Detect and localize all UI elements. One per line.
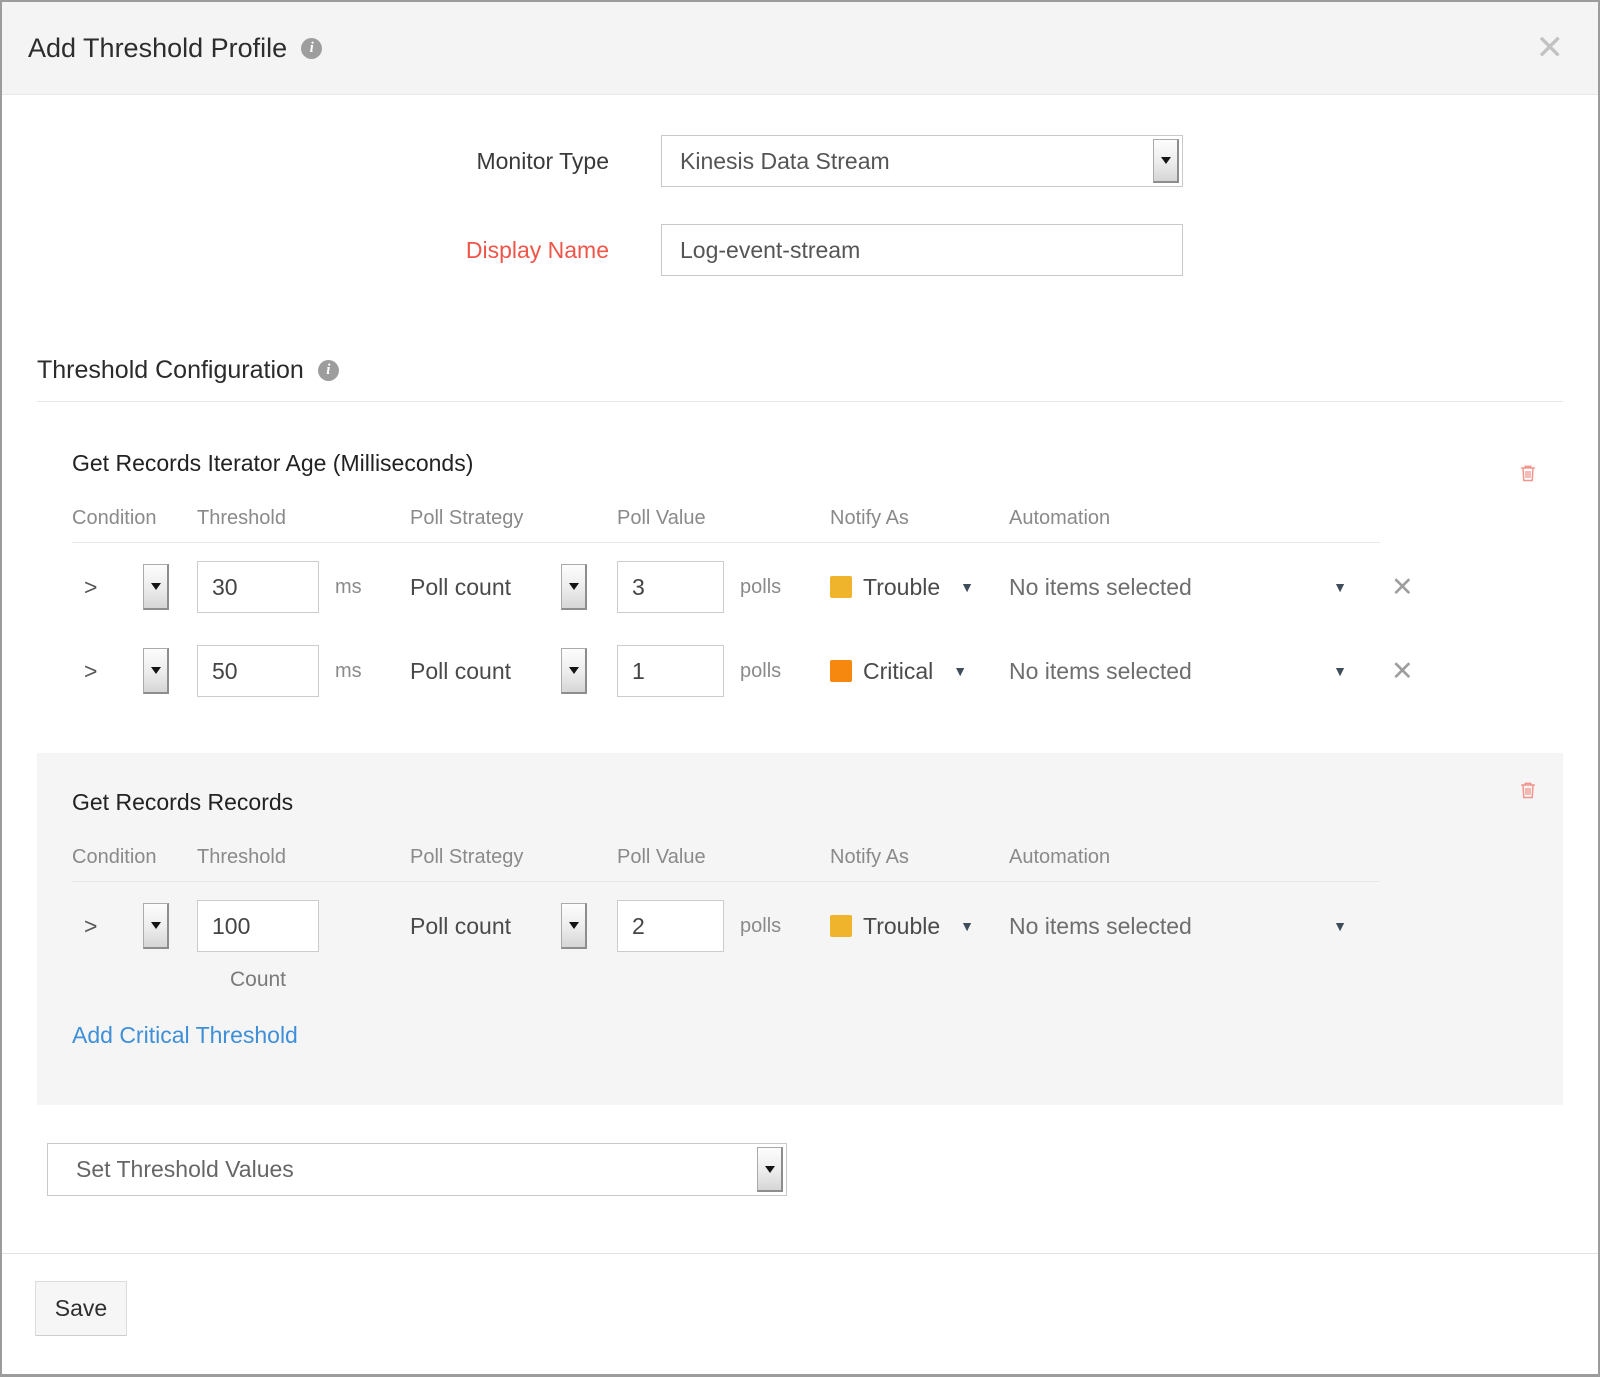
monitor-type-select[interactable]: Kinesis Data Stream	[661, 135, 1183, 187]
threshold-configuration-heading: Threshold Configuration i	[37, 356, 1563, 385]
poll-value-input[interactable]	[617, 900, 724, 952]
info-icon: i	[318, 360, 339, 381]
chevron-down-icon[interactable]	[143, 648, 169, 694]
trouble-status-swatch	[830, 915, 852, 937]
automation-select[interactable]: No items selected ▼	[1009, 645, 1365, 697]
poll-value-unit: polls	[740, 660, 781, 683]
caret-down-icon: ▼	[1333, 918, 1347, 934]
col-condition: Condition	[72, 507, 197, 530]
add-threshold-profile-dialog: Add Threshold Profile i ✕ Monitor Type K…	[0, 0, 1600, 1377]
chevron-down-icon[interactable]	[561, 903, 587, 949]
threshold-unit: ms	[335, 576, 362, 599]
threshold-table-header: Condition Threshold Poll Strategy Poll V…	[72, 846, 1380, 882]
col-notify-as: Notify As	[830, 507, 1009, 530]
metric-title: Get Records Records	[72, 789, 1528, 816]
monitor-type-row: Monitor Type Kinesis Data Stream	[2, 135, 1598, 187]
caret-down-icon: ▼	[1333, 579, 1347, 595]
poll-strategy-select[interactable]: Poll count	[410, 561, 617, 613]
delete-metric-icon[interactable]	[1517, 462, 1539, 484]
threshold-input[interactable]	[197, 645, 319, 697]
set-threshold-values-select[interactable]: Set Threshold Values	[47, 1143, 787, 1196]
save-button[interactable]: Save	[35, 1281, 127, 1336]
metric-block-iterator-age: Get Records Iterator Age (Milliseconds) …	[37, 450, 1563, 697]
display-name-input[interactable]	[662, 225, 1182, 275]
threshold-row: > ms Poll count polls Trouble ▼ No it	[72, 561, 1528, 613]
caret-down-icon: ▼	[1333, 663, 1347, 679]
condition-select[interactable]: >	[72, 561, 197, 613]
poll-value-cell: polls	[617, 645, 830, 697]
section-divider	[37, 401, 1563, 402]
col-poll-value: Poll Value	[617, 846, 830, 869]
col-poll-strategy: Poll Strategy	[410, 507, 617, 530]
notify-as-select[interactable]: Critical ▼	[830, 645, 1009, 697]
monitor-type-value: Kinesis Data Stream	[662, 148, 890, 175]
threshold-input[interactable]	[197, 900, 319, 952]
col-threshold: Threshold	[197, 846, 410, 869]
poll-strategy-select[interactable]: Poll count	[410, 645, 617, 697]
caret-down-icon: ▼	[960, 918, 974, 934]
poll-strategy-select[interactable]: Poll count	[410, 900, 617, 952]
threshold-cell: Count	[197, 900, 410, 992]
threshold-input[interactable]	[197, 561, 319, 613]
trouble-status-swatch	[830, 576, 852, 598]
display-name-label: Display Name	[2, 237, 609, 264]
metric-title: Get Records Iterator Age (Milliseconds)	[72, 450, 1528, 477]
chevron-down-icon[interactable]	[143, 903, 169, 949]
display-name-fieldbox	[661, 224, 1183, 276]
col-automation: Automation	[1009, 846, 1365, 869]
metric-block-records: Get Records Records Condition Threshold …	[37, 753, 1563, 1105]
col-automation: Automation	[1009, 507, 1365, 530]
chevron-down-icon[interactable]	[143, 564, 169, 610]
chevron-down-icon[interactable]	[757, 1147, 783, 1192]
automation-select[interactable]: No items selected ▼	[1009, 900, 1365, 952]
notify-as-select[interactable]: Trouble ▼	[830, 900, 1009, 952]
delete-metric-icon[interactable]	[1517, 779, 1539, 801]
threshold-row: > Count Poll count polls Trouble ▼ No	[72, 900, 1528, 992]
poll-value-cell: polls	[617, 900, 830, 952]
condition-select[interactable]: >	[72, 645, 197, 697]
notify-as-select[interactable]: Trouble ▼	[830, 561, 1009, 613]
poll-value-unit: polls	[740, 576, 781, 599]
info-icon: i	[301, 38, 322, 59]
threshold-row: > ms Poll count polls Critical ▼ No i	[72, 645, 1528, 697]
threshold-cell: ms	[197, 561, 410, 613]
poll-value-input[interactable]	[617, 561, 724, 613]
remove-row-icon[interactable]: ✕	[1391, 658, 1414, 685]
add-critical-threshold-link[interactable]: Add Critical Threshold	[72, 1022, 298, 1049]
threshold-unit: ms	[335, 660, 362, 683]
close-icon[interactable]: ✕	[1536, 31, 1565, 65]
automation-select[interactable]: No items selected ▼	[1009, 561, 1365, 613]
monitor-type-label: Monitor Type	[2, 148, 609, 175]
chevron-down-icon[interactable]	[561, 564, 587, 610]
caret-down-icon: ▼	[953, 663, 967, 679]
col-notify-as: Notify As	[830, 846, 1009, 869]
poll-value-unit: polls	[740, 915, 781, 938]
caret-down-icon: ▼	[960, 579, 974, 595]
remove-row-cell: ✕	[1365, 645, 1528, 697]
profile-form: Monitor Type Kinesis Data Stream Display…	[2, 95, 1598, 276]
remove-row-icon[interactable]: ✕	[1391, 574, 1414, 601]
threshold-cell: ms	[197, 645, 410, 697]
condition-select[interactable]: >	[72, 900, 197, 952]
dialog-header: Add Threshold Profile i ✕	[2, 2, 1598, 95]
col-poll-value: Poll Value	[617, 507, 830, 530]
poll-value-cell: polls	[617, 561, 830, 613]
chevron-down-icon[interactable]	[561, 648, 587, 694]
dialog-title: Add Threshold Profile	[28, 33, 287, 64]
col-poll-strategy: Poll Strategy	[410, 846, 617, 869]
poll-value-input[interactable]	[617, 645, 724, 697]
dialog-footer: Save	[2, 1253, 1598, 1336]
remove-row-cell	[1365, 900, 1528, 952]
display-name-row: Display Name	[2, 224, 1598, 276]
critical-status-swatch	[830, 660, 852, 682]
col-threshold: Threshold	[197, 507, 410, 530]
threshold-table-header: Condition Threshold Poll Strategy Poll V…	[72, 507, 1380, 543]
threshold-unit: Count	[197, 968, 319, 992]
chevron-down-icon[interactable]	[1153, 139, 1179, 183]
remove-row-cell: ✕	[1365, 561, 1528, 613]
col-condition: Condition	[72, 846, 197, 869]
